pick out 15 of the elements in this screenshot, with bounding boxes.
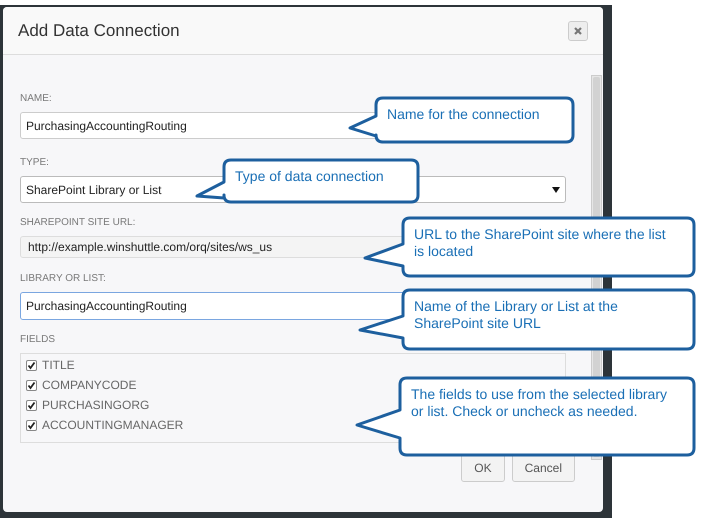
field-name: ACCOUNTINGMANAGER	[42, 417, 184, 434]
field-label: NAME:	[20, 92, 52, 106]
callout-text: Name for the connection	[387, 106, 541, 123]
field-name: PURCHASINGORG	[42, 397, 150, 414]
callout-text: The fields to use from the selected library or list. Check or uncheck as needed.	[411, 386, 668, 420]
field-label: SHAREPOINT SITE URL:	[20, 216, 136, 230]
field-label: TYPE:	[20, 156, 49, 170]
callout-text: Type of data connection	[235, 168, 385, 185]
dropdown-value: SharePoint Library or List	[26, 182, 162, 198]
callout-text: Name of the Library or List at the SharePoint site URL	[414, 298, 619, 332]
field-name: TITLE	[42, 357, 75, 374]
field-name: COMPANYCODE	[42, 377, 136, 394]
field-label: FIELDS	[20, 333, 56, 347]
field-label: LIBRARY OR LIST:	[20, 272, 106, 286]
dialog-title: Add Data Connection	[18, 20, 180, 42]
